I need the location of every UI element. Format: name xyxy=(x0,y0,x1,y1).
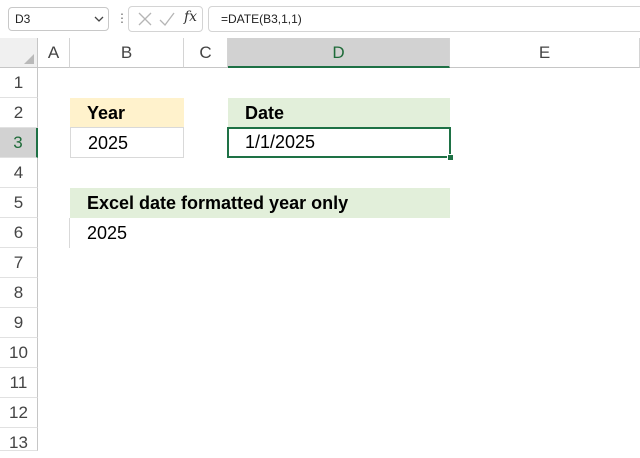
column-header-C[interactable]: C xyxy=(184,38,228,68)
cell-B6-left-border xyxy=(69,218,70,248)
chevron-down-icon[interactable] xyxy=(94,14,104,24)
column-header-E[interactable]: E xyxy=(450,38,640,68)
row-header-2[interactable]: 2 xyxy=(0,98,38,128)
spreadsheet-grid: A B C D E 1 2 3 4 5 6 7 8 9 10 11 12 13 … xyxy=(0,38,640,452)
name-box[interactable]: D3 xyxy=(8,7,109,31)
insert-function-button[interactable]: fx xyxy=(184,9,197,25)
cell-D3-active[interactable]: 1/1/2025 xyxy=(227,127,451,158)
row-header-3[interactable]: 3 xyxy=(0,128,38,158)
row-header-12[interactable]: 12 xyxy=(0,398,38,428)
enter-check-icon[interactable] xyxy=(159,11,175,27)
fill-handle[interactable] xyxy=(447,154,454,161)
more-options-icon[interactable]: ⋮ xyxy=(116,11,128,25)
column-header-B[interactable]: B xyxy=(70,38,184,68)
select-all-icon xyxy=(24,54,34,64)
row-header-10[interactable]: 10 xyxy=(0,338,38,368)
row-header-1[interactable]: 1 xyxy=(0,68,38,98)
name-box-value: D3 xyxy=(15,12,31,26)
cell-B6[interactable]: 2025 xyxy=(70,218,450,248)
row-header-4[interactable]: 4 xyxy=(0,158,38,188)
row-header-13[interactable]: 13 xyxy=(0,428,38,452)
row-header-7[interactable]: 7 xyxy=(0,248,38,278)
row-header-8[interactable]: 8 xyxy=(0,278,38,308)
row-header-11[interactable]: 11 xyxy=(0,368,38,398)
formula-text: =DATE(B3,1,1) xyxy=(221,12,302,26)
cell-B5[interactable]: Excel date formatted year only xyxy=(70,188,450,218)
cell-B3[interactable]: 2025 xyxy=(70,127,184,158)
formula-buttons: fx xyxy=(128,6,203,32)
row-header-6[interactable]: 6 xyxy=(0,218,38,248)
column-header-A[interactable]: A xyxy=(38,38,70,68)
cell-B2[interactable]: Year xyxy=(70,98,184,128)
formula-bar-area: D3 ⋮ fx =DATE(B3,1,1) xyxy=(0,0,640,38)
column-header-D[interactable]: D xyxy=(228,38,450,68)
cancel-icon[interactable] xyxy=(137,11,153,27)
row-header-5[interactable]: 5 xyxy=(0,188,38,218)
select-all-corner[interactable] xyxy=(0,38,38,68)
formula-input[interactable]: =DATE(B3,1,1) xyxy=(208,6,640,32)
cell-D2[interactable]: Date xyxy=(228,98,450,128)
row-header-9[interactable]: 9 xyxy=(0,308,38,338)
